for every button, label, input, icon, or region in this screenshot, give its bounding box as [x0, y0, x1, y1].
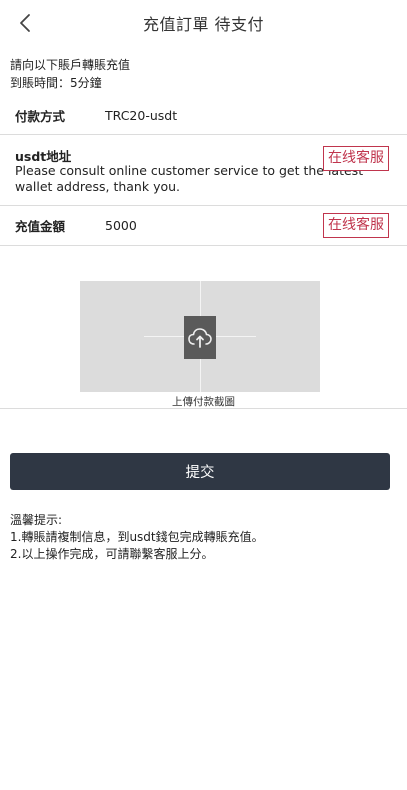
- customer-service-button-amount[interactable]: 在线客服: [323, 213, 389, 238]
- cloud-upload-icon: [184, 316, 216, 359]
- address-row: usdt地址 Please consult online customer se…: [0, 135, 407, 206]
- header-bar: 充值訂單 待支付: [0, 0, 407, 46]
- tips-line-2: 2.以上操作完成，可請聯繫客服上分。: [10, 547, 214, 561]
- payment-method-label: 付款方式: [15, 108, 66, 124]
- tips-line-1: 1.轉賬請複制信息，到usdt錢包完成轉賬充值。: [10, 530, 264, 544]
- intro-text: 請向以下賬戶轉賬充值 到賬時間：5分鐘: [10, 56, 130, 92]
- payment-method-row: 付款方式 TRC20-usdt: [0, 96, 407, 135]
- back-button[interactable]: [12, 10, 38, 36]
- customer-service-button-address[interactable]: 在线客服: [323, 146, 389, 171]
- upload-label: 上傳付款截圖: [172, 396, 235, 408]
- tips-section: 溫馨提示: 1.轉賬請複制信息，到usdt錢包完成轉賬充值。 2.以上操作完成，…: [10, 512, 264, 563]
- intro-line-1: 請向以下賬戶轉賬充值: [10, 58, 131, 72]
- divider: [0, 408, 407, 409]
- upload-screenshot-area[interactable]: [80, 281, 320, 392]
- tips-title: 溫馨提示:: [10, 513, 63, 527]
- payment-method-value: TRC20-usdt: [105, 107, 178, 123]
- intro-line-2: 到賬時間：5分鐘: [10, 76, 102, 90]
- amount-value: 5000: [105, 218, 137, 233]
- amount-row: 充值金額 5000 在线客服: [0, 206, 407, 246]
- submit-button[interactable]: 提交: [10, 453, 390, 490]
- amount-label: 充值金額: [15, 219, 66, 234]
- chevron-left-icon: [20, 14, 30, 32]
- page-title: 充值訂單 待支付: [142, 15, 265, 34]
